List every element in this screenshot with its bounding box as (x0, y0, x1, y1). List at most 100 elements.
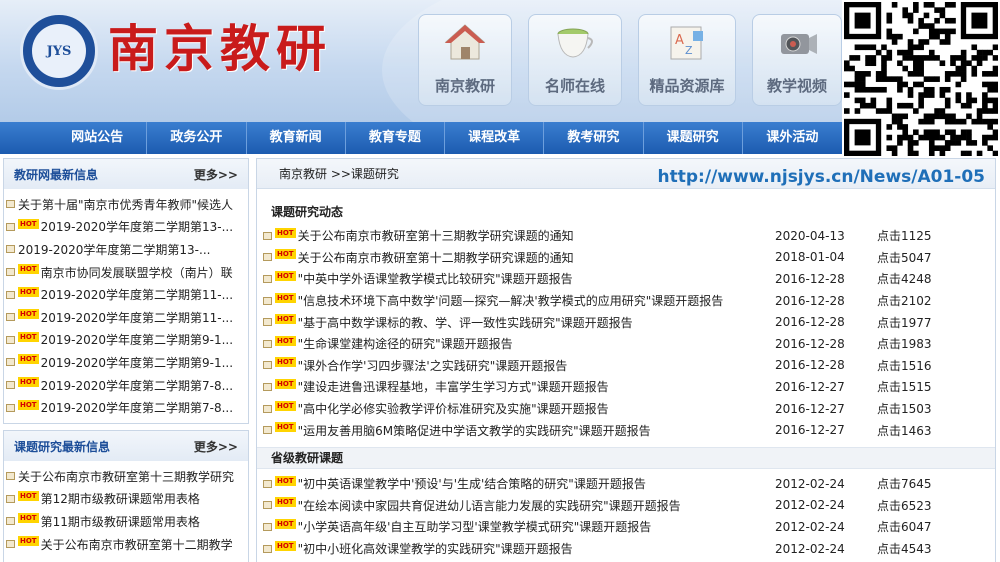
hot-badge: HOT (18, 377, 39, 388)
nav-government-affairs[interactable]: 政务公开 (147, 122, 247, 154)
table-row: HOT "初中小班化高效课堂教学的实践研究"课题开题报告 2012-02-24 点击4… (257, 538, 995, 560)
list-item[interactable]: HOT 2019-2020学年度第二学期第11-... (6, 306, 248, 329)
article-link[interactable]: "生命课堂建构途径的研究"课题开题报告 (298, 335, 513, 352)
list-item-link[interactable]: 2019-2020学年度第二学期第9-1... (41, 354, 233, 371)
article-link[interactable]: "运用友善用脑6M策略促进中学语文教学的实践研究"课题开题报告 (298, 422, 651, 439)
article-date: 2012-02-24 (775, 541, 845, 556)
hit-count: 点击6523 (877, 498, 932, 513)
hot-badge: HOT (18, 536, 39, 547)
list-item-link[interactable]: 南京市协同发展联盟学校（南片）联 (41, 264, 233, 281)
tile-teaching-video[interactable]: 教学视频 (752, 14, 842, 106)
site-title: 南京教研 (108, 19, 332, 78)
bullet-icon (263, 522, 272, 531)
bullet-icon (263, 339, 272, 348)
article-entry: HOT "课外合作学'习四步骤法'之实践研究"课题开题报告 (263, 357, 567, 374)
article-link[interactable]: "课外合作学'习四步骤法'之实践研究"课题开题报告 (298, 357, 568, 374)
tile-teachers-online[interactable]: 名师在线 (528, 14, 622, 106)
hot-badge: HOT (18, 490, 39, 501)
article-link[interactable]: "小学英语高年级'自主互助学习型'课堂教学模式研究"课题开题报告 (298, 518, 652, 535)
article-link[interactable]: 关于公布南京市教研室第十二期教学研究课题的通知 (298, 249, 574, 266)
list-item-link[interactable]: 关于第十届"南京市优秀青年教师"候选人 (18, 196, 233, 213)
table-row: HOT 关于公布南京市教研室第十二期教学研究课题的通知 2018-01-04 点击50… (257, 247, 995, 269)
table-row: HOT "运用友善用脑6M策略促进中学语文教学的实践研究"课题开题报告 2016-1… (257, 419, 995, 441)
more-link[interactable]: 更多>> (194, 438, 238, 455)
hot-badge: HOT (275, 475, 296, 486)
hot-badge: HOT (275, 518, 296, 529)
list-item[interactable]: HOT 2019-2020学年度第二学期第13-... (6, 216, 248, 239)
breadcrumb[interactable]: 南京教研 >>课题研究 (279, 165, 399, 182)
article-link[interactable]: "高中化学必修实验教学评价标准研究及实施"课题开题报告 (298, 400, 609, 417)
nav-exam-research[interactable]: 教考研究 (544, 122, 644, 154)
hit-count: 点击1977 (877, 315, 932, 330)
list-item[interactable]: HOT 2019-2020学年度第二学期第11-... (6, 283, 248, 306)
article-link[interactable]: "建设走进鲁迅课程基地，丰富学生学习方式"课题开题报告 (298, 378, 609, 395)
article-link[interactable]: "初中英语课堂教学中'预设'与'生成'结合策略的研究"课题开题报告 (298, 475, 646, 492)
article-link[interactable]: 关于公布南京市教研室第十三期教学研究课题的通知 (298, 227, 574, 244)
list-item-link[interactable]: 2019-2020学年度第二学期第13-... (18, 241, 210, 258)
list-item-link[interactable]: 2019-2020学年度第二学期第11-... (41, 286, 233, 303)
table-row: HOT "课外合作学'习四步骤法'之实践研究"课题开题报告 2016-12-28 点击… (257, 355, 995, 377)
camera-icon (774, 21, 820, 63)
nav-topic-research[interactable]: 课题研究 (644, 122, 743, 154)
list-item-link[interactable]: 2019-2020学年度第二学期第7-8... (41, 377, 233, 394)
bullet-icon (6, 403, 15, 412)
list-item-link[interactable]: 2019-2020学年度第二学期第7-8... (41, 399, 233, 416)
list-item[interactable]: HOT 关于公布南京市教研室第十二期教学 (6, 533, 248, 556)
list-item[interactable]: 2019-2020学年度第二学期第13-... (6, 238, 248, 261)
list-item[interactable]: HOT 南京市协同发展联盟学校（南片）联 (6, 261, 248, 284)
bullet-icon (6, 358, 15, 367)
article-entry: HOT "初中英语课堂教学中'预设'与'生成'结合策略的研究"课题开题报告 (263, 475, 646, 492)
list-item[interactable]: HOT 第12期市级教研课题常用表格 (6, 488, 248, 511)
hot-badge: HOT (275, 249, 296, 260)
bullet-icon (6, 517, 15, 526)
article-link[interactable]: "在绘本阅读中家园共育促进幼儿语言能力发展的实践研究"课题开题报告 (298, 497, 681, 514)
nav-announcements[interactable]: 网站公告 (48, 122, 148, 154)
hot-badge: HOT (18, 331, 39, 342)
list-item[interactable]: HOT 2019-2020学年度第二学期第7-8... (6, 396, 248, 419)
resource-icon: AZ (664, 21, 710, 63)
panel-title[interactable]: 课题研究最新信息 (14, 438, 110, 455)
list-item[interactable]: HOT 2019-2020学年度第二学期第9-1... (6, 351, 248, 374)
article-link[interactable]: "中英中学外语课堂教学模式比较研究"课题开题报告 (298, 270, 573, 287)
list-item[interactable]: 关于公布南京市教研室第十三期教学研究 (6, 465, 248, 488)
more-link[interactable]: 更多>> (194, 166, 238, 183)
article-link[interactable]: "信息技术环境下高中数学'问题—探究—解决'教学模式的应用研究"课题开题报告 (298, 292, 724, 309)
hot-badge: HOT (18, 354, 39, 365)
bullet-icon (263, 544, 272, 553)
list-item-link[interactable]: 2019-2020学年度第二学期第11-... (41, 309, 233, 326)
hot-badge: HOT (275, 497, 296, 508)
article-link[interactable]: "初中小班化高效课堂教学的实践研究"课题开题报告 (298, 540, 573, 557)
article-link[interactable]: "基于高中数学课标的教、学、评一致性实践研究"课题开题报告 (298, 314, 633, 331)
article-date: 2016-12-28 (775, 315, 845, 330)
list-item-link[interactable]: 第12期市级教研课题常用表格 (41, 490, 200, 507)
nav-education-topics[interactable]: 教育专题 (346, 122, 445, 154)
main-nav: 网站公告 政务公开 教育新闻 教育专题 课程改革 教考研究 课题研究 课外活动 (0, 122, 842, 154)
hot-badge: HOT (18, 309, 39, 320)
tile-nanjing-jiaoyan[interactable]: 南京教研 (418, 14, 512, 106)
provincial-research-list: HOT "初中英语课堂教学中'预设'与'生成'结合策略的研究"课题开题报告 2012… (257, 473, 995, 559)
site-banner: JYS 南京教研 南京教研 名师在线 AZ 精品资源库 教学视频 (0, 0, 842, 122)
panel-title[interactable]: 教研网最新信息 (14, 166, 98, 183)
list-item-link[interactable]: 关于公布南京市教研室第十三期教学研究 (18, 468, 234, 485)
list-item[interactable]: HOT 2019-2020学年度第二学期第9-1... (6, 329, 248, 352)
list-item-link[interactable]: 2019-2020学年度第二学期第9-1... (41, 331, 233, 348)
table-row: HOT "信息技术环境下高中数学'问题—探究—解决'教学模式的应用研究"课题开题报… (257, 290, 995, 312)
tile-resource-library[interactable]: AZ 精品资源库 (638, 14, 736, 106)
nav-education-news[interactable]: 教育新闻 (247, 122, 346, 154)
hot-badge: HOT (18, 286, 39, 297)
hot-badge: HOT (275, 422, 296, 433)
teacup-icon (552, 21, 598, 63)
table-row: HOT "基于高中数学课标的教、学、评一致性实践研究"课题开题报告 2016-12-… (257, 311, 995, 333)
list-item-link[interactable]: 2019-2020学年度第二学期第13-... (41, 218, 233, 235)
list-item-link[interactable]: 关于公布南京市教研室第十二期教学 (41, 536, 233, 553)
list-item-link[interactable]: 第11期市级教研课题常用表格 (41, 513, 200, 530)
nav-extracurricular[interactable]: 课外活动 (743, 122, 842, 154)
site-logo[interactable]: JYS (20, 12, 98, 90)
list-item[interactable]: HOT 第11期市级教研课题常用表格 (6, 510, 248, 533)
bullet-icon (6, 222, 15, 231)
article-date: 2016-12-28 (775, 358, 845, 373)
list-item[interactable]: 关于第十届"南京市优秀青年教师"候选人 (6, 193, 248, 216)
nav-curriculum-reform[interactable]: 课程改革 (445, 122, 545, 154)
table-row: HOT "在绘本阅读中家园共育促进幼儿语言能力发展的实践研究"课题开题报告 2012… (257, 495, 995, 517)
list-item[interactable]: HOT 2019-2020学年度第二学期第7-8... (6, 374, 248, 397)
